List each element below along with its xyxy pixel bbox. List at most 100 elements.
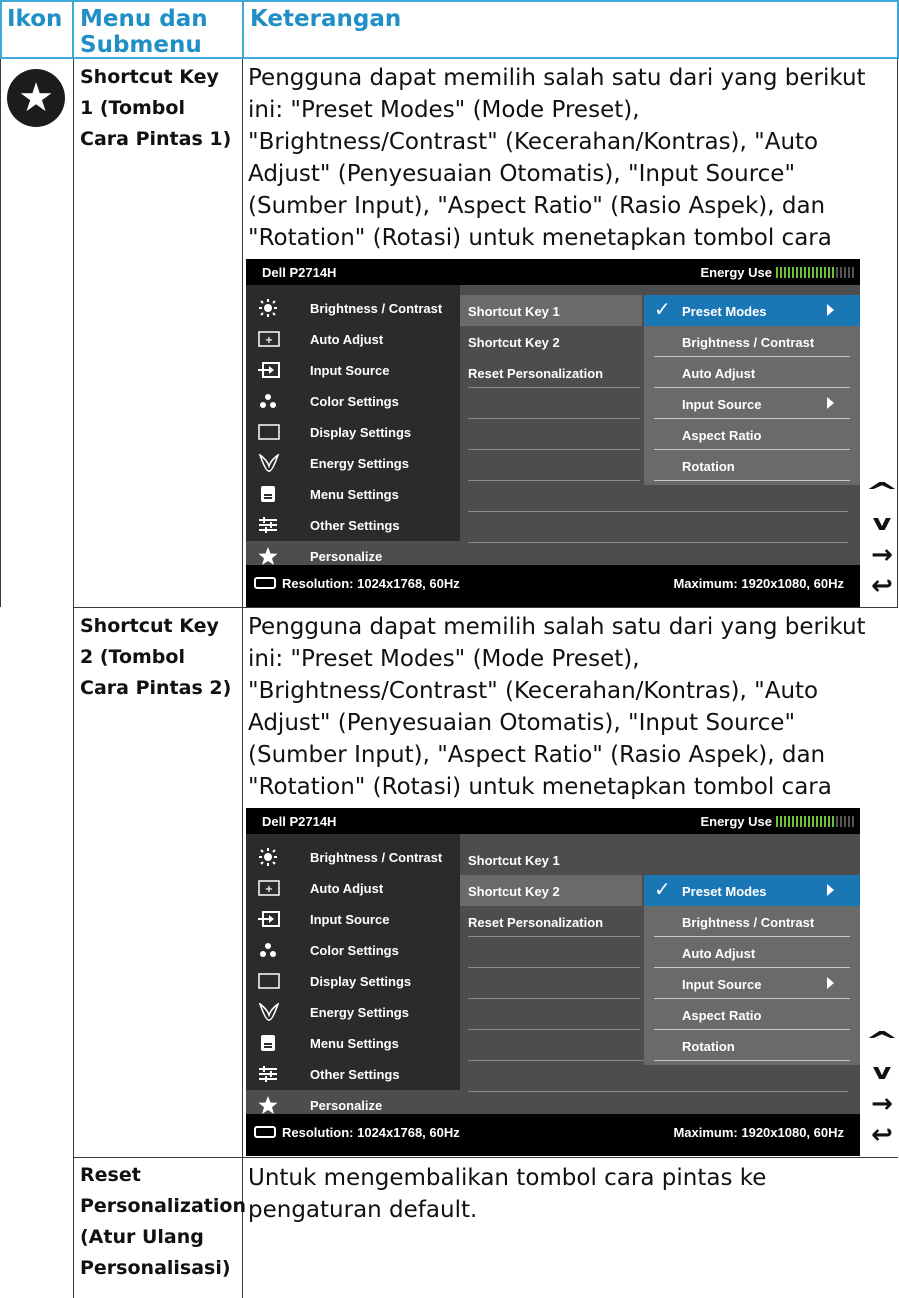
- osd-shortcut-label: Shortcut Key 2: [468, 335, 560, 350]
- star-icon: [258, 1096, 278, 1114]
- osd-shortcut-item[interactable]: Shortcut Key 1: [460, 844, 642, 875]
- osd-menu-item[interactable]: Input Source: [246, 355, 460, 386]
- hdmi-connector-icon: [254, 577, 276, 589]
- osd-shortcut-item[interactable]: Reset Personalization: [460, 906, 642, 937]
- svg-text:+: +: [265, 884, 273, 895]
- osd-menu-item-label: Auto Adjust: [310, 332, 384, 347]
- osd-shortcut-label: Reset Personalization: [468, 915, 604, 930]
- osd-menu-item[interactable]: Color Settings: [246, 386, 460, 417]
- osd-row-separator: [468, 387, 640, 388]
- auto-adjust-icon: +: [258, 330, 280, 348]
- osd-resolution-text: Resolution: 1024x1768, 60Hz: [282, 1125, 460, 1140]
- osd-shortcut-item[interactable]: Shortcut Key 2: [460, 875, 642, 906]
- star-icon: [258, 547, 278, 565]
- osd-option-item[interactable]: Input Source: [644, 388, 860, 419]
- osd-menu-item[interactable]: + Auto Adjust: [246, 873, 460, 904]
- right-arrow-icon[interactable]: →: [866, 1089, 898, 1119]
- table-col-divider-2-body: [242, 59, 243, 1298]
- submenu-arrow-icon: [827, 304, 834, 316]
- osd-menu-item-label: Color Settings: [310, 394, 399, 409]
- table-col-divider-2: [242, 0, 244, 59]
- osd-menu-item[interactable]: + Auto Adjust: [246, 324, 460, 355]
- osd-menu-item[interactable]: Brightness / Contrast: [246, 842, 460, 873]
- row-divider-2: [74, 1157, 898, 1158]
- osd-menu-item[interactable]: Other Settings: [246, 510, 460, 541]
- osd-menu-item[interactable]: Display Settings: [246, 966, 460, 997]
- row-divider-1: [74, 607, 898, 608]
- osd-menu-item[interactable]: Input Source: [246, 904, 460, 935]
- osd-row-separator: [468, 418, 640, 419]
- osd-menu-item[interactable]: Color Settings: [246, 935, 460, 966]
- osd-option-item[interactable]: ✓ Preset Modes: [644, 875, 860, 906]
- menu-doc-icon: [258, 485, 278, 503]
- osd-maximum-resolution-text: Maximum: 1920x1080, 60Hz: [673, 576, 844, 591]
- back-arrow-icon[interactable]: ↩: [866, 1120, 898, 1150]
- right-arrow-icon[interactable]: →: [866, 540, 898, 570]
- svg-text:+: +: [265, 335, 273, 346]
- description-shortcut-key-1: Pengguna dapat memilih salah satu dari y…: [248, 65, 866, 283]
- star-icon: ★: [7, 69, 65, 127]
- leaf-icon: [258, 454, 280, 472]
- osd-menu-item[interactable]: Menu Settings: [246, 479, 460, 510]
- osd-maximum-resolution-text: Maximum: 1920x1080, 60Hz: [673, 1125, 844, 1140]
- leaf-icon: [258, 1003, 280, 1021]
- osd-option-item[interactable]: Input Source: [644, 968, 860, 999]
- osd-row-separator: [468, 998, 640, 999]
- osd-model-name: Dell P2714H: [262, 814, 337, 829]
- osd-menu-item-label: Energy Settings: [310, 1005, 409, 1020]
- up-arrow-icon[interactable]: ^: [856, 478, 899, 508]
- down-arrow-icon[interactable]: v: [861, 1058, 899, 1088]
- osd-option-label: Brightness / Contrast: [682, 335, 815, 350]
- osd-resolution-text: Resolution: 1024x1768, 60Hz: [282, 576, 460, 591]
- osd-menu-item[interactable]: Brightness / Contrast: [246, 293, 460, 324]
- osd-menu-item[interactable]: Menu Settings: [246, 1028, 460, 1059]
- osd-row-separator: [468, 1091, 848, 1092]
- osd-menu-item[interactable]: Energy Settings: [246, 448, 460, 479]
- osd-shortcut-label: Reset Personalization: [468, 366, 604, 381]
- osd-option-item[interactable]: Brightness / Contrast: [644, 906, 860, 937]
- up-arrow-icon[interactable]: ^: [856, 1027, 899, 1057]
- osd-menu-item-label: Other Settings: [310, 1067, 400, 1082]
- osd-menu-item[interactable]: Other Settings: [246, 1059, 460, 1090]
- osd-option-item[interactable]: Aspect Ratio: [644, 999, 860, 1030]
- osd-option-item[interactable]: Auto Adjust: [644, 357, 860, 388]
- osd-menu-item[interactable]: Display Settings: [246, 417, 460, 448]
- osd-shortcut-label: Shortcut Key 2: [468, 884, 560, 899]
- check-icon: ✓: [654, 299, 671, 321]
- osd-option-item[interactable]: Rotation: [644, 450, 860, 481]
- osd-option-item[interactable]: Rotation: [644, 1030, 860, 1061]
- osd-shortcut-item[interactable]: Reset Personalization: [460, 357, 642, 388]
- osd-option-label: Auto Adjust: [682, 946, 756, 961]
- table-col-divider-1: [72, 0, 74, 59]
- osd-option-item[interactable]: Aspect Ratio: [644, 419, 860, 450]
- osd-menu-item-label: Energy Settings: [310, 456, 409, 471]
- submenu-shortcut-key-1: Shortcut Key 1 (Tombol Cara Pintas 1): [80, 66, 232, 150]
- submenu-shortcut-key-2: Shortcut Key 2 (Tombol Cara Pintas 2): [80, 615, 232, 699]
- submenu-arrow-icon: [827, 977, 834, 989]
- osd-menu-item-label: Other Settings: [310, 518, 400, 533]
- osd-menu-item[interactable]: Energy Settings: [246, 997, 460, 1028]
- down-arrow-icon[interactable]: v: [861, 509, 899, 539]
- osd-shortcut-item[interactable]: Shortcut Key 2: [460, 326, 642, 357]
- table-left-border: [0, 0, 2, 59]
- osd-option-item[interactable]: Auto Adjust: [644, 937, 860, 968]
- osd-option-separator: [654, 1060, 850, 1061]
- osd-option-label: Input Source: [682, 397, 762, 412]
- osd-energy-label: Energy Use: [700, 265, 772, 280]
- osd-option-label: Rotation: [682, 459, 735, 474]
- display-rect-icon: [258, 972, 280, 990]
- sun-icon: [258, 848, 278, 866]
- osd-row-separator: [468, 1029, 640, 1030]
- osd-option-label: Rotation: [682, 1039, 735, 1054]
- osd-menu-item-label: Brightness / Contrast: [310, 850, 443, 865]
- input-source-icon: [258, 361, 280, 379]
- table-left-body: [0, 59, 1, 607]
- hdmi-connector-icon: [254, 1126, 276, 1138]
- osd-shortcut-item[interactable]: Shortcut Key 1: [460, 295, 642, 326]
- osd-option-item[interactable]: ✓ Preset Modes: [644, 295, 860, 326]
- back-arrow-icon[interactable]: ↩: [866, 571, 898, 601]
- menu-doc-icon: [258, 1034, 278, 1052]
- submenu-arrow-icon: [827, 397, 834, 409]
- osd-row-separator: [468, 936, 640, 937]
- osd-option-item[interactable]: Brightness / Contrast: [644, 326, 860, 357]
